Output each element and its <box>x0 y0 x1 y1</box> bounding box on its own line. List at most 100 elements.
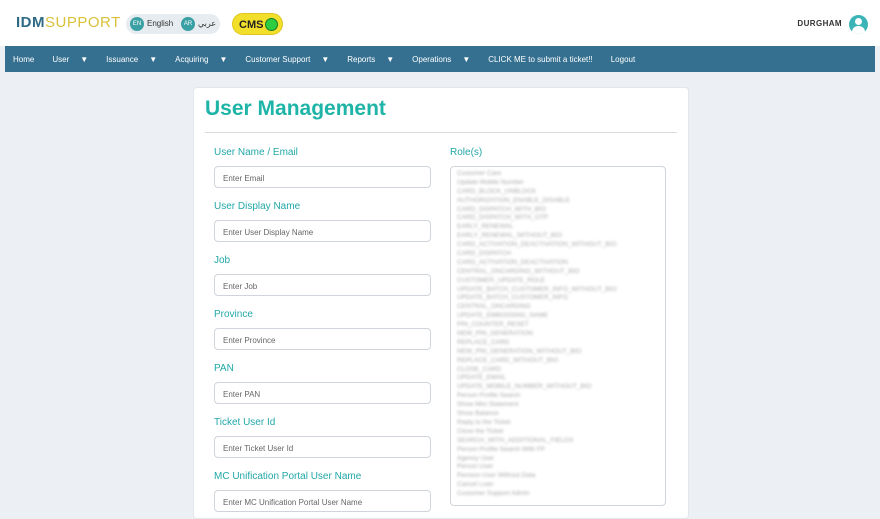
logo-part-idm: IDM <box>16 14 45 31</box>
role-option[interactable]: REPLACE_CARD_WITHOUT_BIO <box>451 357 665 366</box>
role-option[interactable]: Show Mini Statement <box>451 401 665 410</box>
logo[interactable]: IDMSUPPORT <box>16 14 121 31</box>
field-label: Province <box>214 309 253 320</box>
role-option[interactable]: PIN_COUNTER_RESET <box>451 321 665 330</box>
input-box <box>214 220 431 242</box>
nav-item-label: Home <box>13 54 35 64</box>
caret-down-icon: ▼ <box>80 54 89 64</box>
role-option[interactable]: Update Mobile Number <box>451 179 665 188</box>
role-option[interactable]: Customer Care <box>451 170 665 179</box>
lang-en-badge[interactable]: EN <box>130 17 144 31</box>
title-divider <box>205 132 677 133</box>
caret-down-icon: ▼ <box>149 54 158 64</box>
role-option[interactable]: Customer Support Admin <box>451 490 665 499</box>
field-input[interactable] <box>221 492 425 512</box>
role-option[interactable]: CARD_DISPATCH <box>451 250 665 259</box>
role-option[interactable]: NEW_PIN_GENERATION <box>451 330 665 339</box>
field-label: User Display Name <box>214 201 301 212</box>
user-avatar-icon[interactable] <box>849 15 868 34</box>
role-option[interactable]: EARLY_RENEWAL_WITHOUT_BIO <box>451 232 665 241</box>
field-label: Job <box>214 255 231 266</box>
roles-label: Role(s) <box>450 147 483 158</box>
roles-listbox[interactable]: Customer Care Update Mobile Number CARD_BL… <box>450 166 666 506</box>
role-option[interactable]: CARD_ACTIVATION_DEACTIVATION <box>451 259 665 268</box>
field-input[interactable] <box>221 330 425 350</box>
cms-toggle[interactable]: CMS <box>232 13 283 35</box>
nav-item-user[interactable]: User ▼ <box>52 55 97 64</box>
nav-item-label: User <box>52 54 70 64</box>
nav-item-acquiring[interactable]: Acquiring ▼ <box>175 55 236 64</box>
field-input[interactable] <box>221 222 425 242</box>
user-management-card: User Management User Name / Email User Di… <box>193 87 689 519</box>
nav-item-label: CLICK ME to submit a ticket!! <box>488 54 593 64</box>
input-box <box>214 490 431 512</box>
role-option[interactable]: UPDATE_MOBILE_NUMBER_WITHOUT_BIO <box>451 383 665 392</box>
field-input[interactable] <box>221 384 425 404</box>
field-label: Ticket User Id <box>214 417 276 428</box>
role-option[interactable]: CENTRAL_ONCARDING <box>451 303 665 312</box>
nav-item-issuance[interactable]: Issuance ▼ <box>106 55 166 64</box>
lang-en-label[interactable]: English <box>147 19 173 28</box>
lang-ar-badge[interactable]: AR <box>181 17 195 31</box>
field-input[interactable] <box>221 168 425 188</box>
language-switcher: EN English AR عربي <box>126 14 220 34</box>
role-option[interactable]: AUTHORIZATION_ENABLE_DISABLE <box>451 197 665 206</box>
nav-item-home[interactable]: Home <box>13 55 43 64</box>
role-option[interactable]: CARD_ACTIVATION_DEACTIVATION_WITHOUT_BIO <box>451 241 665 250</box>
role-option[interactable]: Person Profile Search <box>451 392 665 401</box>
nav-item-label: Acquiring <box>175 54 209 64</box>
input-box <box>214 382 431 404</box>
role-option[interactable]: EARLY_RENEWAL <box>451 223 665 232</box>
username[interactable]: DURGHAM <box>797 19 842 28</box>
nav-item-label: Reports <box>347 54 376 64</box>
nav-item-customer-support[interactable]: Customer Support ▼ <box>245 55 338 64</box>
input-box <box>214 274 431 296</box>
nav-item-operations[interactable]: Operations ▼ <box>412 55 479 64</box>
lang-ar-label[interactable]: عربي <box>198 19 216 28</box>
field-input[interactable] <box>221 276 425 296</box>
role-option[interactable]: CENTRAL_ONCARDING_WITHOUT_BIO <box>451 268 665 277</box>
nav-item-label: Issuance <box>106 54 139 64</box>
field-label: MC Unification Portal User Name <box>214 471 362 482</box>
caret-down-icon: ▼ <box>321 54 330 64</box>
role-option[interactable]: Close the Ticket <box>451 428 665 437</box>
top-header: IDMSUPPORT EN English AR عربي CMS DURGHA… <box>0 0 880 46</box>
input-box <box>214 166 431 188</box>
role-option[interactable]: UPDATE_EMAIL <box>451 374 665 383</box>
nav-item-click-me-to-submit-a-ticket[interactable]: CLICK ME to submit a ticket!! <box>488 55 601 64</box>
cms-status-dot <box>265 18 278 31</box>
caret-down-icon: ▼ <box>219 54 228 64</box>
role-option[interactable]: CARD_DISPATCH_WITH_BIO <box>451 206 665 215</box>
role-option[interactable]: CLOSE_CARD <box>451 366 665 375</box>
nav-item-label: Operations <box>412 54 452 64</box>
role-option[interactable]: Pension User Without Data <box>451 472 665 481</box>
nav-item-label: Logout <box>610 54 636 64</box>
input-box <box>214 328 431 350</box>
caret-down-icon: ▼ <box>462 54 471 64</box>
role-option[interactable]: REPLACE_CARD <box>451 339 665 348</box>
role-option[interactable]: Reply to the Ticket <box>451 419 665 428</box>
role-option[interactable]: UPDATE_EMBOSSING_NAME <box>451 312 665 321</box>
role-option[interactable]: CARD_BLOCK_UNBLOCK <box>451 188 665 197</box>
role-option[interactable]: UPDATE_BATCH_CUSTOMER_INFO_WITHOUT_BIO <box>451 286 665 295</box>
nav-item-logout[interactable]: Logout <box>611 55 644 64</box>
role-option[interactable]: Agency User <box>451 455 665 464</box>
cms-label: CMS <box>239 19 264 31</box>
role-option[interactable]: Show Balance <box>451 410 665 419</box>
role-option[interactable]: Person User <box>451 463 665 472</box>
field-label: User Name / Email <box>214 147 298 158</box>
page-title: User Management <box>205 97 386 120</box>
role-option[interactable]: CUSTOMER_UPDATE_ROLE <box>451 277 665 286</box>
role-option[interactable]: SEARCH_WITH_ADDITIONAL_FIELDS <box>451 437 665 446</box>
caret-down-icon: ▼ <box>386 54 395 64</box>
nav-item-reports[interactable]: Reports ▼ <box>347 55 403 64</box>
field-input[interactable] <box>221 438 425 458</box>
nav-item-label: Customer Support <box>245 54 311 64</box>
logo-part-support: SUPPORT <box>45 14 121 31</box>
role-option[interactable]: CARD_DISPATCH_WITH_OTP <box>451 214 665 223</box>
field-label: PAN <box>214 363 234 374</box>
role-option[interactable]: Cancel Loan <box>451 481 665 490</box>
role-option[interactable]: UPDATE_BATCH_CUSTOMER_INFO <box>451 294 665 303</box>
role-option[interactable]: NEW_PIN_GENERATION_WITHOUT_BIO <box>451 348 665 357</box>
role-option[interactable]: Person Profile Search With FP <box>451 446 665 455</box>
